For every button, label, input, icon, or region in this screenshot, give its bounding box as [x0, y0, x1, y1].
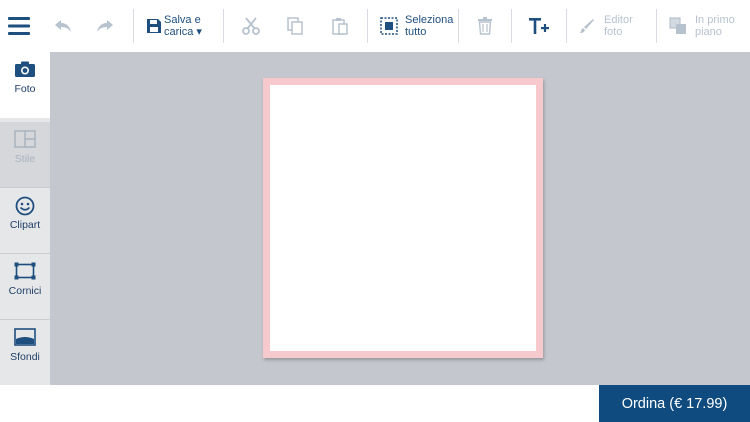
- delete-button[interactable]: [475, 0, 495, 52]
- add-text-icon: [529, 18, 549, 34]
- toolbar-separator: [566, 9, 567, 43]
- sidebar-item-foto[interactable]: Foto: [0, 52, 50, 118]
- undo-icon: [55, 20, 71, 32]
- sidebar-item-cornici[interactable]: Cornici: [0, 254, 50, 320]
- sidebar-item-label: Stile: [14, 153, 36, 165]
- page-frame[interactable]: [263, 78, 543, 358]
- brush-icon: [580, 19, 594, 33]
- sidebar-item-label: Foto: [14, 83, 36, 95]
- toolbar-separator: [223, 9, 224, 43]
- photo-editor-button[interactable]: Editor foto: [604, 14, 633, 38]
- design-workspace[interactable]: [50, 52, 750, 385]
- bring-to-front-icon: [669, 17, 686, 34]
- toolbar: Salva e carica ▾ Seleziona tutto Editor …: [0, 0, 750, 52]
- frame-icon: [0, 262, 50, 284]
- select-all-icon: [380, 17, 398, 35]
- toolbar-separator: [133, 9, 134, 43]
- cut-button[interactable]: [240, 0, 262, 52]
- bring-forward-icon-wrap[interactable]: [667, 0, 689, 52]
- sidebar-item-label: Cornici: [8, 285, 42, 297]
- copy-button[interactable]: [285, 0, 305, 52]
- paste-icon: [332, 18, 348, 35]
- order-button[interactable]: Ordina (€ 17.99): [599, 385, 750, 422]
- smiley-icon: [0, 196, 50, 218]
- toolbar-separator: [656, 9, 657, 43]
- trash-icon: [478, 17, 492, 35]
- copy-icon: [287, 17, 303, 35]
- photo-editor-icon-wrap[interactable]: [577, 0, 597, 52]
- redo-button[interactable]: [92, 0, 118, 52]
- page-canvas[interactable]: [270, 85, 536, 351]
- sidebar-item-sfondi[interactable]: Sfondi: [0, 320, 50, 386]
- floppy-disk-icon: [147, 19, 161, 33]
- paste-button[interactable]: [330, 0, 350, 52]
- bring-forward-button[interactable]: In primo piano: [695, 14, 735, 38]
- sidebar-item-stile[interactable]: Stile: [0, 122, 50, 188]
- background-image-icon: [0, 328, 50, 350]
- sidebar: Foto Stile Clipart Cornici Sfondi: [0, 52, 50, 385]
- toolbar-separator: [458, 9, 459, 43]
- select-all-button[interactable]: Seleziona tutto: [405, 14, 453, 38]
- save-icon-wrap[interactable]: [144, 0, 164, 52]
- menu-button[interactable]: [4, 0, 34, 52]
- sidebar-item-label: Sfondi: [10, 351, 40, 363]
- select-all-icon-wrap[interactable]: [378, 0, 400, 52]
- save-and-upload-button[interactable]: Salva e carica ▾: [164, 14, 202, 38]
- toolbar-separator: [511, 9, 512, 43]
- redo-icon: [97, 20, 113, 32]
- scissors-icon: [242, 17, 260, 35]
- add-text-button[interactable]: [527, 0, 551, 52]
- undo-button[interactable]: [50, 0, 76, 52]
- layout-icon: [0, 130, 50, 152]
- hamburger-icon: [8, 17, 30, 35]
- sidebar-item-label: Clipart: [9, 219, 41, 231]
- camera-icon: [0, 60, 50, 82]
- sidebar-item-clipart[interactable]: Clipart: [0, 188, 50, 254]
- toolbar-separator: [367, 9, 368, 43]
